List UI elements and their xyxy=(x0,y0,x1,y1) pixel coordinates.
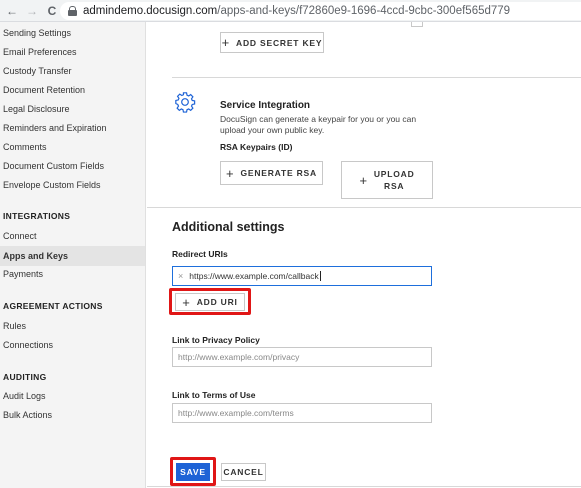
privacy-policy-placeholder: http://www.example.com/privacy xyxy=(178,352,300,362)
divider xyxy=(147,486,581,487)
reload-icon[interactable]: C xyxy=(44,3,60,19)
generate-rsa-button[interactable]: + GENERATE RSA xyxy=(220,161,323,185)
sidebar-item-document-custom-fields[interactable]: Document Custom Fields xyxy=(3,161,104,171)
redirect-uris-label: Redirect URIs xyxy=(172,249,228,259)
sidebar: Sending Settings Email Preferences Custo… xyxy=(0,22,146,488)
upload-rsa-label: UPLOAD RSA xyxy=(374,168,415,192)
privacy-policy-input[interactable]: http://www.example.com/privacy xyxy=(172,347,432,367)
text-caret xyxy=(319,271,321,281)
terms-of-use-label: Link to Terms of Use xyxy=(172,390,256,400)
cancel-button[interactable]: CANCEL xyxy=(221,463,266,481)
divider xyxy=(147,207,581,208)
gear-icon xyxy=(175,92,196,113)
sidebar-item-custody-transfer[interactable]: Custody Transfer xyxy=(3,66,72,76)
generate-rsa-label: GENERATE RSA xyxy=(240,168,317,178)
sidebar-heading-agreement-actions: AGREEMENT ACTIONS xyxy=(3,301,103,311)
sidebar-item-connect[interactable]: Connect xyxy=(3,231,37,241)
redirect-uri-input[interactable]: × https://www.example.com/callback xyxy=(172,266,432,286)
sidebar-item-document-retention[interactable]: Document Retention xyxy=(3,85,85,95)
upload-rsa-label-line2: RSA xyxy=(384,181,405,191)
add-secret-key-label: ADD SECRET KEY xyxy=(236,37,323,48)
clear-icon[interactable]: × xyxy=(178,271,183,281)
sidebar-item-legal-disclosure[interactable]: Legal Disclosure xyxy=(3,104,70,114)
highlight-add-uri xyxy=(169,288,251,315)
sidebar-item-email-preferences[interactable]: Email Preferences xyxy=(3,47,77,57)
back-arrow-icon[interactable]: ← xyxy=(4,3,20,19)
main-content: + ADD SECRET KEY Service Integration Doc… xyxy=(147,22,581,488)
address-bar[interactable]: admindemo.docusign.com /apps-and-keys/f7… xyxy=(60,2,581,20)
service-integration-description-2: upload your own public key. xyxy=(220,125,325,135)
sidebar-heading-integrations: INTEGRATIONS xyxy=(3,211,71,221)
privacy-policy-label: Link to Privacy Policy xyxy=(172,335,260,345)
add-secret-key-button[interactable]: + ADD SECRET KEY xyxy=(220,32,324,53)
rsa-keypairs-label: RSA Keypairs (ID) xyxy=(220,142,293,152)
plus-icon: + xyxy=(226,165,235,181)
cancel-label: CANCEL xyxy=(223,467,264,477)
forward-arrow-icon[interactable]: → xyxy=(24,3,40,19)
sidebar-item-connections[interactable]: Connections xyxy=(3,340,53,350)
plus-icon: + xyxy=(359,172,368,188)
sidebar-item-sending-settings[interactable]: Sending Settings xyxy=(3,28,71,38)
url-path: /apps-and-keys/f72860e9-1696-4ccd-9cbc-3… xyxy=(217,5,511,17)
sidebar-item-envelope-custom-fields[interactable]: Envelope Custom Fields xyxy=(3,180,101,190)
browser-toolbar: ← → C admindemo.docusign.com /apps-and-k… xyxy=(0,0,581,22)
divider xyxy=(172,77,581,78)
field-edge xyxy=(411,22,423,27)
sidebar-heading-auditing: AUDITING xyxy=(3,372,47,382)
terms-of-use-placeholder: http://www.example.com/terms xyxy=(178,408,294,418)
sidebar-item-reminders-expiration[interactable]: Reminders and Expiration xyxy=(3,123,107,133)
sidebar-item-bulk-actions[interactable]: Bulk Actions xyxy=(3,410,52,420)
upload-rsa-button[interactable]: + UPLOAD RSA xyxy=(341,161,433,199)
service-integration-title: Service Integration xyxy=(220,100,311,111)
sidebar-item-audit-logs[interactable]: Audit Logs xyxy=(3,391,46,401)
terms-of-use-input[interactable]: http://www.example.com/terms xyxy=(172,403,432,423)
plus-icon: + xyxy=(221,35,231,50)
sidebar-item-comments[interactable]: Comments xyxy=(3,142,47,152)
sidebar-item-rules[interactable]: Rules xyxy=(3,321,26,331)
lock-icon xyxy=(68,6,77,16)
sidebar-item-payments[interactable]: Payments xyxy=(3,269,43,279)
upload-rsa-label-line1: UPLOAD xyxy=(373,169,415,179)
highlight-save xyxy=(170,457,216,486)
url-host: admindemo.docusign.com xyxy=(83,5,218,17)
additional-settings-heading: Additional settings xyxy=(172,220,285,234)
sidebar-item-apps-and-keys[interactable]: Apps and Keys xyxy=(0,246,145,266)
redirect-uri-value: https://www.example.com/callback xyxy=(189,271,319,281)
